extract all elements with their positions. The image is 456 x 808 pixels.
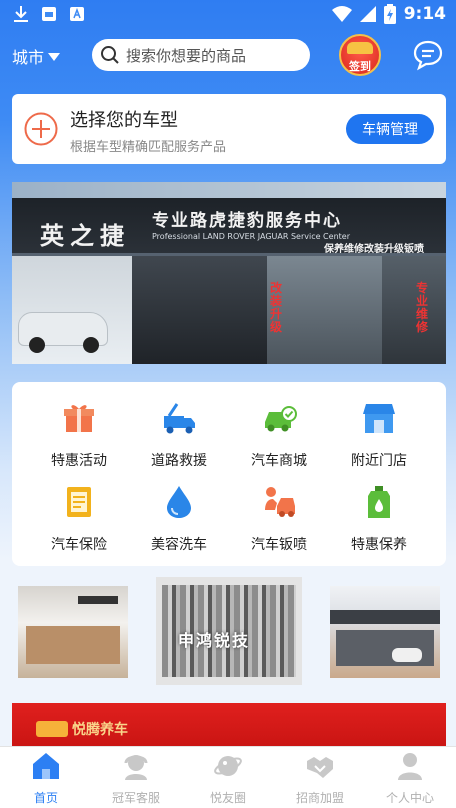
insurance-icon <box>67 487 91 517</box>
service-car-mall[interactable]: 汽车商城 <box>234 400 324 470</box>
battery-icon <box>383 4 396 24</box>
search-bar[interactable]: 搜索你想要的商品 <box>92 39 310 71</box>
tab-home[interactable]: 首页 <box>6 751 86 806</box>
banner-services: 保养维修改装升级钣喷 <box>324 244 424 255</box>
handshake-icon <box>307 757 333 778</box>
tab-customer-service[interactable]: 冠军客服 <box>96 751 176 806</box>
storefront-sign <box>330 610 440 624</box>
search-icon <box>101 46 119 64</box>
service-nearby-stores[interactable]: 附近门店 <box>334 400 424 470</box>
service-maintenance-deal[interactable]: 特惠保养 <box>334 484 424 554</box>
service-label: 汽车商城 <box>251 453 307 469</box>
service-label: 附近门店 <box>351 453 407 469</box>
planet-icon <box>214 756 242 776</box>
banner-brand: 英之捷 <box>40 222 130 250</box>
tab-profile[interactable]: 个人中心 <box>370 751 450 806</box>
car-mall-icon <box>265 406 297 432</box>
service-car-insurance[interactable]: 汽车保险 <box>34 484 124 554</box>
banner-red-sign-left: 改装升级 <box>270 281 283 334</box>
tab-label: 悦友圈 <box>209 791 246 805</box>
tab-label: 冠军客服 <box>111 791 160 805</box>
store-photo-wall[interactable]: 申鸿锐技 <box>156 577 302 685</box>
service-label: 汽车钣喷 <box>251 537 307 553</box>
service-label: 特惠保养 <box>351 537 407 553</box>
store-wall-sign: 申鸿锐技 <box>178 631 251 650</box>
reception-sign <box>78 596 118 604</box>
sim-card-icon <box>42 7 56 21</box>
customer-service-icon <box>124 755 148 780</box>
promo-banner[interactable]: 英之捷 专业路虎捷豹服务中心 Professional LAND ROVER J… <box>12 182 446 364</box>
chevron-down-icon <box>48 53 61 61</box>
banner-english: Professional LAND ROVER JAGUAR Service C… <box>152 232 350 241</box>
banner-workshop <box>132 256 272 364</box>
tab-label: 个人中心 <box>385 791 434 805</box>
tab-label: 招商加盟 <box>295 791 344 805</box>
promo-logo-icon <box>36 721 68 737</box>
gift-box-icon <box>347 42 373 54</box>
storefront-car <box>392 648 422 662</box>
store-photo-storefront[interactable] <box>330 586 440 678</box>
service-label: 汽车保险 <box>51 537 107 553</box>
service-special-offer[interactable]: 特惠活动 <box>34 400 124 470</box>
vehicle-manage-button[interactable]: 车辆管理 <box>346 114 434 144</box>
clock: 9:14 <box>403 4 446 24</box>
tab-friends-circle[interactable]: 悦友圈 <box>188 751 268 806</box>
status-bar: 9:14 <box>0 0 456 30</box>
home-icon <box>33 753 59 779</box>
service-grid: 特惠活动 道路救援 汽车商城 附近门店 汽车保险 美容洗车 汽车钣喷 特惠保养 <box>12 382 446 566</box>
banner-headline: 专业路虎捷豹服务中心 <box>152 211 342 231</box>
tab-label: 首页 <box>33 791 58 805</box>
vehicle-select-card[interactable]: 选择您的车型 根据车型精确匹配服务产品 车辆管理 <box>12 94 446 164</box>
text-icon <box>70 7 84 21</box>
vehicle-card-subtitle: 根据车型精确匹配服务产品 <box>70 140 227 155</box>
banner-car <box>18 312 108 353</box>
store-photo-reception[interactable] <box>18 586 128 678</box>
wifi-icon <box>331 6 352 22</box>
banner-side-window <box>382 256 446 364</box>
service-car-wash[interactable]: 美容洗车 <box>134 484 224 554</box>
download-icon <box>14 6 28 22</box>
promo-text: 悦腾养车 <box>72 722 128 738</box>
water-drop-icon <box>167 486 191 518</box>
reception-counter <box>26 626 120 664</box>
service-label: 美容洗车 <box>151 537 207 553</box>
service-label: 道路救援 <box>151 453 207 469</box>
add-circle-icon[interactable] <box>24 112 58 146</box>
banner-entrance <box>267 256 382 364</box>
city-selector[interactable]: 城市 <box>12 44 61 68</box>
person-icon <box>398 753 422 780</box>
store-icon <box>363 404 395 433</box>
city-label: 城市 <box>12 48 45 67</box>
search-placeholder: 搜索你想要的商品 <box>126 46 247 65</box>
sign-in-button[interactable]: 签到 <box>339 34 381 76</box>
service-roadside-rescue[interactable]: 道路救援 <box>134 400 224 470</box>
gift-icon <box>64 405 94 432</box>
service-label: 特惠活动 <box>51 453 107 469</box>
chat-bubble-icon[interactable] <box>412 39 444 71</box>
tow-truck-icon <box>164 403 195 434</box>
service-spray-repair[interactable]: 汽车钣喷 <box>234 484 324 554</box>
tab-franchise[interactable]: 招商加盟 <box>280 751 360 806</box>
signal-icon <box>359 6 376 22</box>
bottom-tab-bar: 首页 冠军客服 悦友圈 招商加盟 个人中心 <box>0 746 456 808</box>
sign-in-label: 签到 <box>349 60 371 73</box>
vehicle-card-title: 选择您的车型 <box>70 110 178 131</box>
banner-red-sign-right: 专业维修 <box>416 281 429 334</box>
spray-repair-icon <box>265 487 295 517</box>
oil-bottle-icon <box>368 486 390 518</box>
